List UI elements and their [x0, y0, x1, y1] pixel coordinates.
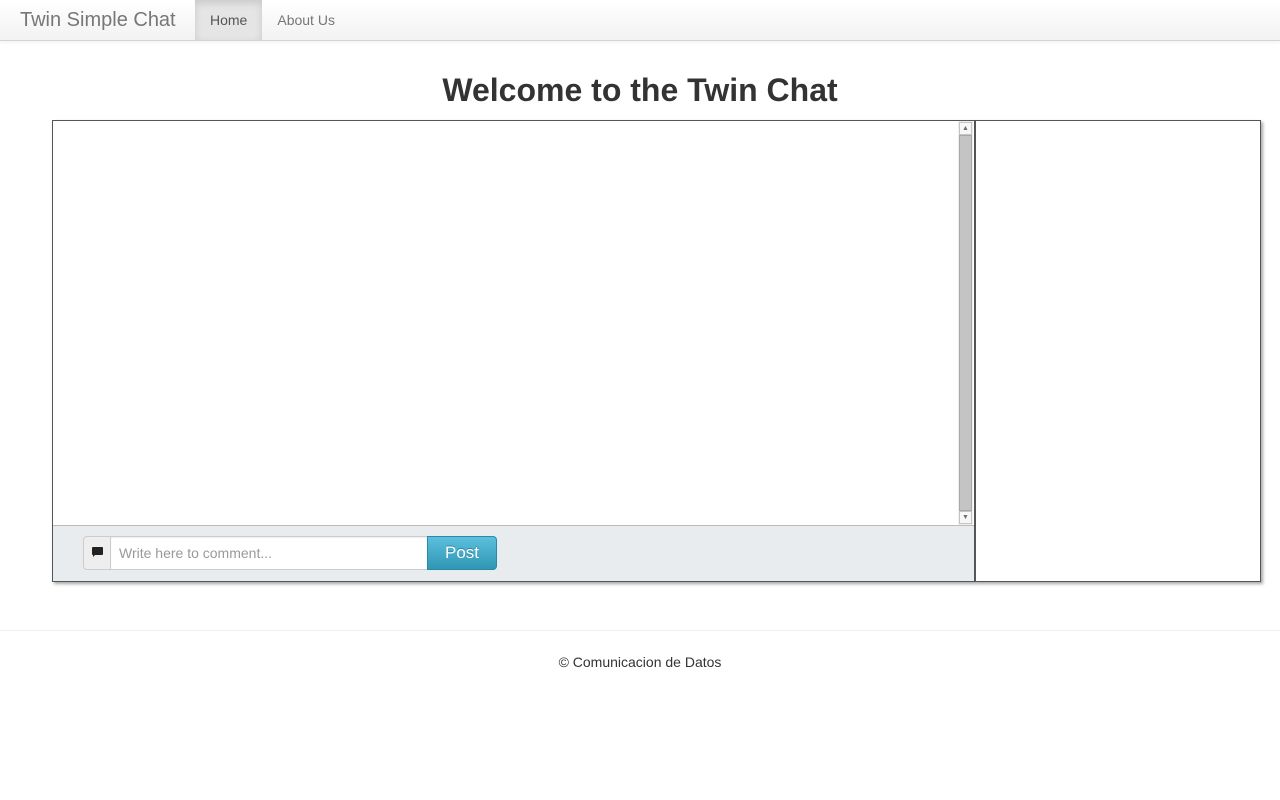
scroll-up-icon[interactable]: ▲: [959, 122, 972, 135]
nav-item-about-us[interactable]: About Us: [262, 0, 350, 40]
messages-area[interactable]: [53, 121, 957, 525]
footer-divider: [0, 630, 1280, 631]
users-panel: [975, 120, 1261, 582]
comment-input[interactable]: [111, 536, 428, 570]
scrollbar-thumb[interactable]: [959, 135, 972, 511]
post-button[interactable]: Post: [427, 536, 497, 570]
chat-panel: ▲ ▼ Post: [52, 120, 975, 582]
messages-scrollbar[interactable]: ▲ ▼: [958, 121, 973, 525]
page-title: Welcome to the Twin Chat: [442, 72, 838, 108]
comment-icon: [92, 547, 103, 557]
footer-copyright: © Comunicacion de Datos: [558, 654, 722, 670]
navbar: Twin Simple Chat Home About Us: [0, 0, 1280, 41]
scroll-down-icon[interactable]: ▼: [959, 511, 972, 524]
comment-composer: Post: [53, 525, 974, 581]
brand-link[interactable]: Twin Simple Chat: [20, 0, 176, 40]
nav-menu: Home About Us: [195, 0, 350, 40]
comment-addon: [83, 536, 111, 570]
nav-item-home[interactable]: Home: [195, 0, 263, 40]
